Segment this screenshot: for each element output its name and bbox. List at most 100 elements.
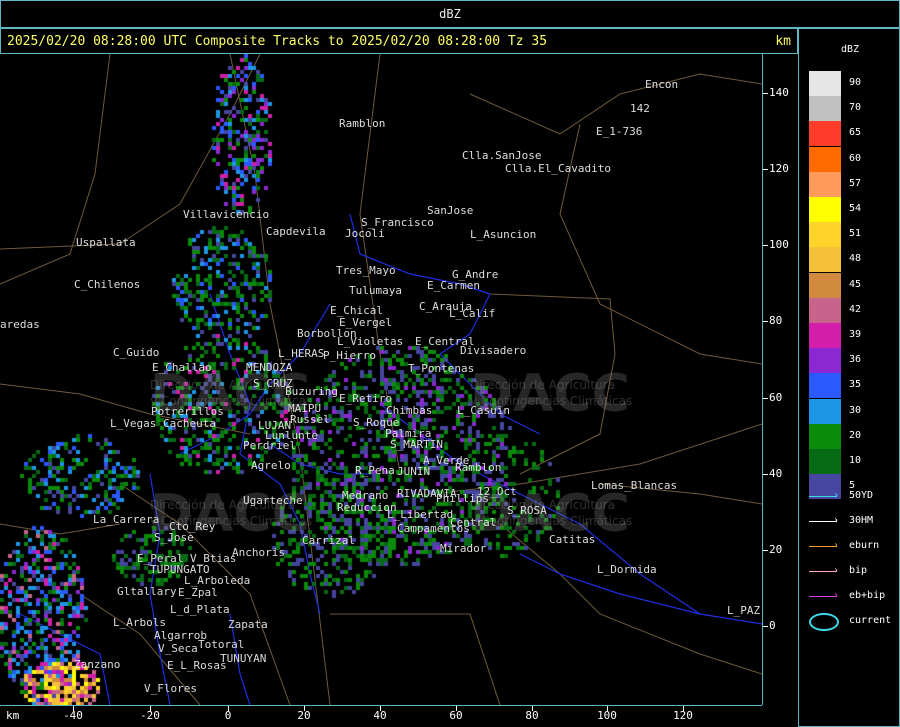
place-label: Cacheuta <box>163 417 216 430</box>
place-label: Ugarteche <box>243 494 303 507</box>
place-label: L_Vegas <box>110 417 157 430</box>
place-label: S_MARTIN <box>390 438 443 451</box>
y-axis-tick-mark <box>763 398 768 399</box>
legend-level-label: 45 <box>849 278 862 290</box>
y-axis-tick-label: 40 <box>769 467 783 480</box>
place-label: L_PAZ <box>727 604 761 617</box>
track-legend-label: current <box>849 615 892 626</box>
place-label: MENDOZA <box>246 361 293 374</box>
x-axis: km -40 -20 0 20 40 60 80 100 120 <box>0 705 762 727</box>
arrow-right-icon: › <box>833 590 840 601</box>
legend-swatch <box>809 297 841 323</box>
legend-panel: dBZ 90 70 65 60 57 54 51 48 45 42 39 36 35 30 20 10 5 › 5… <box>798 28 900 727</box>
y-axis-tick-label: 140 <box>769 86 789 99</box>
track-legend-item: › eburn <box>809 540 899 554</box>
place-label: Central <box>450 516 497 529</box>
legend-level-label: 35 <box>849 379 862 391</box>
track-legend-item: › bip <box>809 565 899 579</box>
place-label: Capdevila <box>266 225 326 238</box>
legend-swatch <box>809 96 841 122</box>
place-label: Totoral <box>198 638 245 651</box>
track-legend-label: bip <box>849 565 868 576</box>
place-label: Clla.El_Cavadito <box>505 162 611 175</box>
arrow-right-icon: › <box>833 540 840 551</box>
window-title-bar: dBZ <box>0 0 900 28</box>
x-axis-tick-label: -40 <box>63 709 83 722</box>
legend-swatch <box>809 146 841 172</box>
legend-swatch <box>809 398 841 424</box>
place-label: 142 <box>630 102 650 115</box>
legend-level-label: 30 <box>849 404 862 416</box>
place-label: Zanzano <box>74 658 121 671</box>
place-label: Zapata <box>228 618 268 631</box>
place-label: S_Jose <box>154 531 194 544</box>
place-label: E_Retiro <box>339 392 392 405</box>
radar-echoes <box>0 54 762 705</box>
legend-level-label: 65 <box>849 127 862 139</box>
place-label: Clla.SanJose <box>462 149 542 162</box>
place-label: Tres_Mayo <box>336 264 396 277</box>
place-label: Carrizal <box>302 534 355 547</box>
place-label: E_Challao <box>152 361 212 374</box>
track-legend-item: › 30HM <box>809 515 899 529</box>
place-label: Encon <box>645 78 679 91</box>
place-label: E_Carmen <box>427 279 480 292</box>
place-label: Mirador <box>440 542 487 555</box>
place-label: P_Hierro <box>323 349 376 362</box>
legend-swatch <box>809 222 841 248</box>
y-axis-tick-label: 20 <box>769 543 783 556</box>
y-axis-tick-mark <box>763 321 768 322</box>
y-axis-tick-label: 120 <box>769 162 789 175</box>
place-label: L_Dormida <box>597 563 657 576</box>
place-label: R_Pena <box>355 464 395 477</box>
track-legend-item: › 50YD <box>809 490 899 504</box>
legend-level-label: 36 <box>849 354 862 366</box>
x-axis-tick-label: 0 <box>224 709 232 722</box>
place-label: Agrelo <box>251 459 291 472</box>
legend-level-label: 51 <box>849 228 862 240</box>
legend-level-label: 70 <box>849 102 862 114</box>
place-label: Lomas_Blancas <box>591 479 678 492</box>
arrow-right-icon: › <box>833 565 840 576</box>
place-label: L_Asuncion <box>470 228 537 241</box>
place-label: Divisadero <box>460 344 527 357</box>
place-label: 12_Oct <box>477 485 517 498</box>
place-label: Gltallary <box>117 585 177 598</box>
place-label: L_Libertad <box>387 508 454 521</box>
current-ellipse-icon <box>809 613 839 631</box>
place-label: Uspallata <box>76 236 136 249</box>
place-label: E_1-736 <box>596 125 643 138</box>
place-label: Tulumaya <box>349 284 402 297</box>
legend-level-label: 42 <box>849 303 862 315</box>
legend-level-label: 10 <box>849 455 862 466</box>
legend-swatch <box>809 197 841 222</box>
legend-level-label: 54 <box>849 203 862 214</box>
place-label: L_HERAS <box>278 347 325 360</box>
x-axis-tick-label: 40 <box>373 709 387 722</box>
place-label: Villavicencio <box>183 208 270 221</box>
place-label: V_Flores <box>144 682 197 695</box>
legend-swatch <box>809 71 841 96</box>
place-label: L_d_Plata <box>170 603 230 616</box>
legend-level-label: 48 <box>849 253 862 265</box>
place-label: Ramblon <box>339 117 386 130</box>
header-unit: km <box>775 34 791 49</box>
place-label: Anchoris <box>232 546 285 559</box>
track-legend-label: 50YD <box>849 490 874 501</box>
y-axis-tick-mark <box>763 626 768 627</box>
place-label: L_Casuin <box>457 404 510 417</box>
legend-level-label: 57 <box>849 177 862 189</box>
x-axis-tick-label: 60 <box>449 709 463 722</box>
place-label: SanJose <box>427 204 474 217</box>
place-label: C_Chilenos <box>74 278 141 291</box>
y-axis-tick-label: 80 <box>769 314 783 327</box>
track-legend-label: 30HM <box>849 515 874 526</box>
legend-swatch <box>809 323 841 348</box>
legend-swatch <box>809 373 841 399</box>
radar-map[interactable]: DACC DACC DACC DACC Dirección de Agricul… <box>0 54 762 705</box>
y-axis-tick-label: 0 <box>769 619 776 632</box>
legend-swatch <box>809 171 841 197</box>
window-title: dBZ <box>439 7 461 21</box>
place-label: Ramblon <box>455 461 502 474</box>
place-label: Buzuring <box>285 385 338 398</box>
